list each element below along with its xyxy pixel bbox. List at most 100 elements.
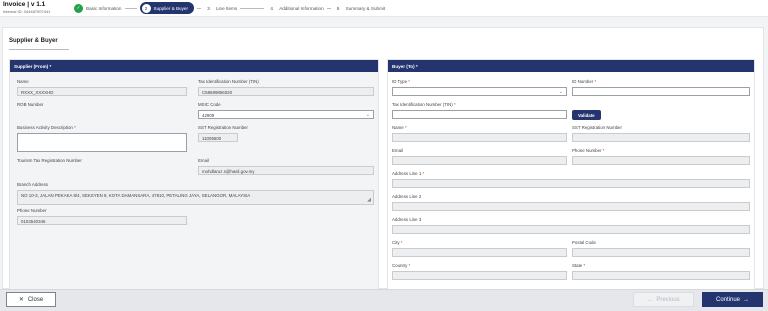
buyer-phone-field: Phone Number *	[572, 148, 750, 165]
arrow-left-icon: ←	[647, 296, 654, 303]
buyer-email-input[interactable]	[392, 156, 567, 165]
buyer-state-field: State *	[572, 263, 750, 280]
step-label: Summary & Submit	[345, 5, 386, 11]
step-connector	[124, 7, 137, 9]
previous-button[interactable]: ← Previous	[633, 292, 694, 307]
buyer-email-label: Email	[392, 148, 403, 153]
buyer-addr3-field: Address Line 3	[392, 217, 750, 234]
buyer-city-label: City	[392, 240, 400, 245]
buyer-addr1-label: Address Line 1	[392, 171, 422, 176]
address-line-2-input[interactable]	[392, 202, 750, 211]
app-title: Invoice | v 1.1	[3, 1, 46, 8]
required-mark: *	[454, 102, 456, 107]
step-summary-submit[interactable]: 5 Summary & Submit	[333, 2, 386, 14]
supplier-email-label: Email	[198, 158, 209, 163]
arrow-right-icon: →	[743, 296, 750, 303]
supplier-tin-field: Tax Identification Number (TIN) C5868985…	[198, 79, 374, 96]
required-mark: *	[602, 148, 605, 153]
address-line-1-input[interactable]	[392, 179, 750, 188]
step-number: 3	[203, 3, 213, 13]
step-basic-information[interactable]: ✓ Basic Information	[74, 2, 122, 14]
business-activity-textarea[interactable]	[17, 133, 187, 152]
buyer-addr2-field: Address Line 2	[392, 194, 750, 211]
step-number: 5	[333, 3, 343, 13]
buyer-panel: Buyer (To) * ID Type * ⌄ ID Number * Tax…	[387, 59, 755, 290]
step-label: Additional Information	[279, 5, 324, 11]
required-mark: *	[408, 79, 411, 84]
step-supplier-buyer[interactable]: 2 Supplier & Buyer	[139, 2, 194, 14]
supplier-panel-header: Supplier (From) *	[10, 60, 378, 72]
step-label: Basic Information	[86, 5, 122, 11]
supplier-phone-label: Phone Number	[17, 208, 47, 213]
supplier-branch-field: Branch Address NO 10-3, JALAN PEKAKA 8/4…	[17, 182, 374, 205]
state-select[interactable]	[572, 271, 750, 280]
country-select[interactable]	[392, 271, 567, 280]
buyer-name-input[interactable]	[392, 133, 567, 142]
supplier-ttr-label: Tourism Tax Registration Number	[17, 158, 82, 163]
step-number: 4	[267, 3, 277, 13]
supplier-bad-field: Business Activity Description *	[17, 125, 187, 152]
internal-id: Internal ID: 344487007441	[3, 9, 51, 14]
required-mark: *	[400, 240, 403, 245]
buyer-panel-header: Buyer (To) *	[388, 60, 754, 72]
footer-bar: ✕ Close ← Previous Continue →	[0, 289, 768, 311]
buyer-country-label: Country	[392, 263, 408, 268]
continue-label: Continue	[715, 296, 741, 303]
close-button[interactable]: ✕ Close	[6, 292, 56, 307]
required-mark: *	[74, 125, 76, 130]
buyer-email-field: Email	[392, 148, 567, 165]
buyer-idnum-field: ID Number *	[572, 79, 750, 96]
required-mark: *	[422, 171, 425, 176]
buyer-idtype-field: ID Type * ⌄	[392, 79, 567, 96]
supplier-tin-value: C58689856020	[198, 87, 374, 96]
buyer-tin-field: Tax Identification Number (TIN) *	[392, 102, 567, 119]
supplier-email-value: mohdlaruz.s@hasil.gov.my	[198, 166, 374, 175]
validate-button[interactable]: Validate	[572, 110, 601, 120]
step-line-items[interactable]: 3 Line Items	[203, 2, 237, 14]
supplier-phone-value: 0104540346	[17, 216, 187, 225]
top-bar: Invoice | v 1.1 Internal ID: 34448700744…	[0, 0, 768, 17]
buyer-tin-input[interactable]	[392, 110, 567, 119]
buyer-sst-field: SST Registration Number	[572, 125, 750, 142]
continue-button[interactable]: Continue →	[702, 292, 763, 307]
section-divider	[9, 49, 69, 50]
required-mark: *	[594, 79, 597, 84]
section-title: Supplier & Buyer	[9, 38, 58, 44]
buyer-postal-label: Postal Code	[572, 240, 596, 245]
supplier-sst-field: SST Registration Number 11005500	[198, 125, 374, 142]
supplier-name-value: RXXX_XXXXHD	[17, 87, 187, 96]
buyer-name-label: Name	[392, 125, 404, 130]
supplier-name-label: Name	[17, 79, 29, 84]
branch-address-value: NO 10-3, JALAN PEKAKA 8/4, SEKSYEN 8, KO…	[21, 192, 251, 198]
msic-code-value: 42909	[202, 112, 215, 118]
branch-address-textarea[interactable]: NO 10-3, JALAN PEKAKA 8/4, SEKSYEN 8, KO…	[17, 190, 374, 205]
required-mark: *	[404, 125, 407, 130]
chevron-down-icon: ⌄	[365, 112, 370, 118]
supplier-rob-field: ROB Number	[17, 102, 187, 107]
id-type-select[interactable]: ⌄	[392, 87, 567, 96]
supplier-ttr-field: Tourism Tax Registration Number	[17, 158, 187, 163]
supplier-panel: Supplier (From) * Name RXXX_XXXXHD Tax I…	[9, 59, 379, 290]
msic-code-select[interactable]: 42909 ⌄	[198, 110, 374, 119]
step-connector	[326, 7, 331, 9]
supplier-msic-label: MSIC Code	[198, 102, 221, 107]
buyer-sst-input[interactable]	[572, 133, 750, 142]
address-line-3-input[interactable]	[392, 225, 750, 234]
id-number-input[interactable]	[572, 87, 750, 96]
step-number: 2	[141, 3, 151, 13]
buyer-phone-input[interactable]	[572, 156, 750, 165]
supplier-bad-label: Business Activity Description	[17, 125, 73, 130]
buyer-sst-label: SST Registration Number	[572, 125, 622, 130]
postal-code-input[interactable]	[572, 248, 750, 257]
resize-handle-icon: ◢	[367, 197, 371, 203]
buyer-state-label: State	[572, 263, 583, 268]
supplier-rob-label: ROB Number	[17, 102, 44, 107]
buyer-addr3-label: Address Line 3	[392, 217, 422, 222]
buyer-idtype-label: ID Type	[392, 79, 408, 84]
step-additional-information[interactable]: 4 Additional Information	[267, 2, 324, 14]
supplier-sst-value: 11005500	[198, 133, 238, 142]
supplier-email-field: Email mohdlaruz.s@hasil.gov.my	[198, 158, 374, 175]
city-input[interactable]	[392, 248, 567, 257]
check-icon: ✓	[74, 3, 83, 13]
close-icon: ✕	[18, 297, 24, 303]
